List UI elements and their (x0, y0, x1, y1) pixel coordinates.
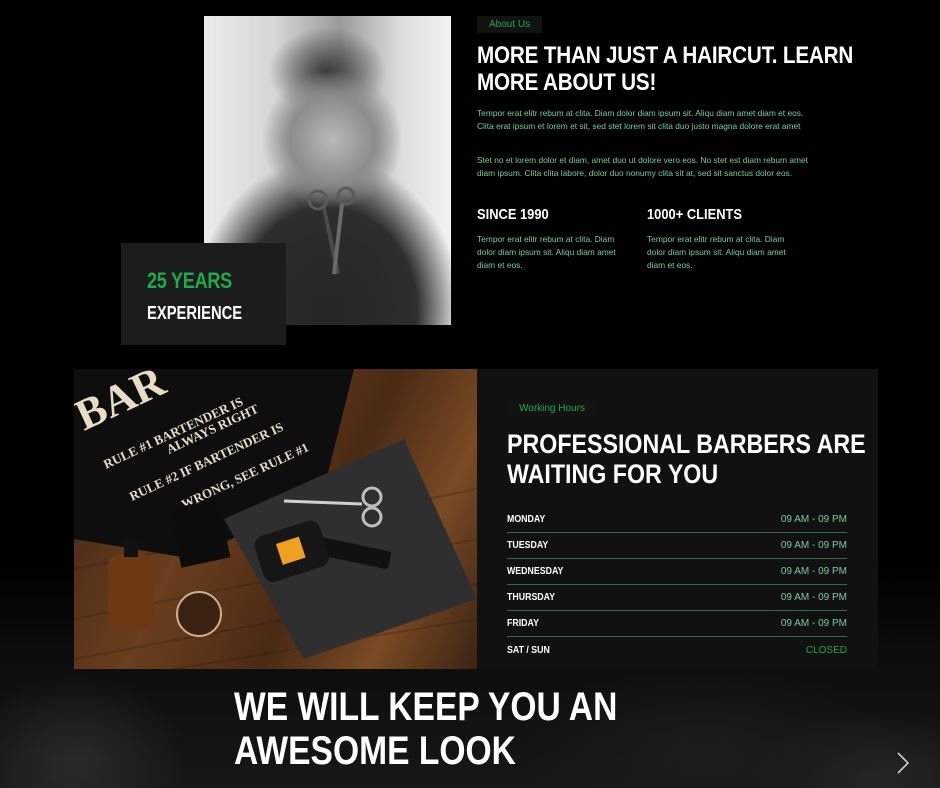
hero-title-line2: AWESOME LOOK (234, 729, 516, 773)
hero-title-line1: WE WILL KEEP YOU AN (234, 685, 618, 729)
experience-label: EXPERIENCE (147, 303, 243, 323)
about-paragraph-2: Stet no et lorem dolor et diam, amet duo… (477, 155, 808, 178)
hours-row-weekend: SAT / SUN CLOSED (507, 637, 847, 663)
experience-years: 25 YEARS (147, 268, 232, 293)
hours-time: 09 AM - 09 PM (780, 566, 847, 577)
about-title-line1: MORE THAN JUST A HAIRCUT. LEARN (477, 42, 854, 69)
hours-title: PROFESSIONAL BARBERS ARE WAITING FOR YOU (507, 429, 866, 489)
stat-since-title: SINCE 1990 (477, 206, 549, 223)
scissors-icon (307, 186, 356, 275)
stat-clients-text: Tempor erat elitr rebum at clita. Diam d… (647, 234, 786, 270)
hero-title: WE WILL KEEP YOU AN AWESOME LOOK (234, 685, 617, 773)
hours-time-closed: CLOSED (805, 644, 847, 656)
experience-box: 25 YEARS EXPERIENCE (121, 243, 286, 345)
stat-clients-title: 1000+ CLIENTS (647, 206, 743, 223)
barber-tools-photo: BAR RULE #1 BARTENDER IS ALWAYS RIGHT RU… (74, 369, 477, 669)
barber-tools-illustration: BAR RULE #1 BARTENDER IS ALWAYS RIGHT RU… (74, 369, 477, 669)
hours-row-friday: FRIDAY 09 AM - 09 PM (507, 611, 847, 637)
working-hours-panel: Working Hours PROFESSIONAL BARBERS ARE W… (477, 369, 878, 669)
stat-since-text: Tempor erat elitr rebum at clita. Diam d… (477, 234, 616, 270)
hours-time: 09 AM - 09 PM (780, 540, 847, 551)
about-title: MORE THAN JUST A HAIRCUT. LEARN MORE ABO… (477, 42, 854, 96)
hours-time: 09 AM - 09 PM (780, 514, 847, 525)
about-title-line2: MORE ABOUT US! (477, 69, 657, 96)
hours-day: SAT / SUN (507, 644, 550, 656)
about-badge: About Us (477, 16, 543, 33)
working-hours-badge: Working Hours (507, 400, 597, 417)
hours-day: MONDAY (507, 514, 546, 525)
hours-day: FRIDAY (507, 618, 539, 629)
carousel-next-button[interactable] (890, 750, 916, 776)
hours-list: MONDAY 09 AM - 09 PM TUESDAY 09 AM - 09 … (507, 507, 847, 663)
hours-title-line2: WAITING FOR YOU (507, 459, 719, 489)
hours-time: 09 AM - 09 PM (780, 618, 847, 629)
chevron-right-icon (897, 752, 910, 774)
hours-day: THURSDAY (507, 592, 556, 603)
hours-row-wednesday: WEDNESDAY 09 AM - 09 PM (507, 559, 847, 585)
hours-day: TUESDAY (507, 540, 549, 551)
about-paragraph-1: Tempor erat elitr rebum at clita. Diam d… (477, 108, 804, 131)
hours-day: WEDNESDAY (507, 566, 564, 577)
hours-title-line1: PROFESSIONAL BARBERS ARE (507, 429, 866, 459)
hours-time: 09 AM - 09 PM (780, 592, 847, 603)
hours-row-thursday: THURSDAY 09 AM - 09 PM (507, 585, 847, 611)
hours-row-monday: MONDAY 09 AM - 09 PM (507, 507, 847, 533)
hours-row-tuesday: TUESDAY 09 AM - 09 PM (507, 533, 847, 559)
